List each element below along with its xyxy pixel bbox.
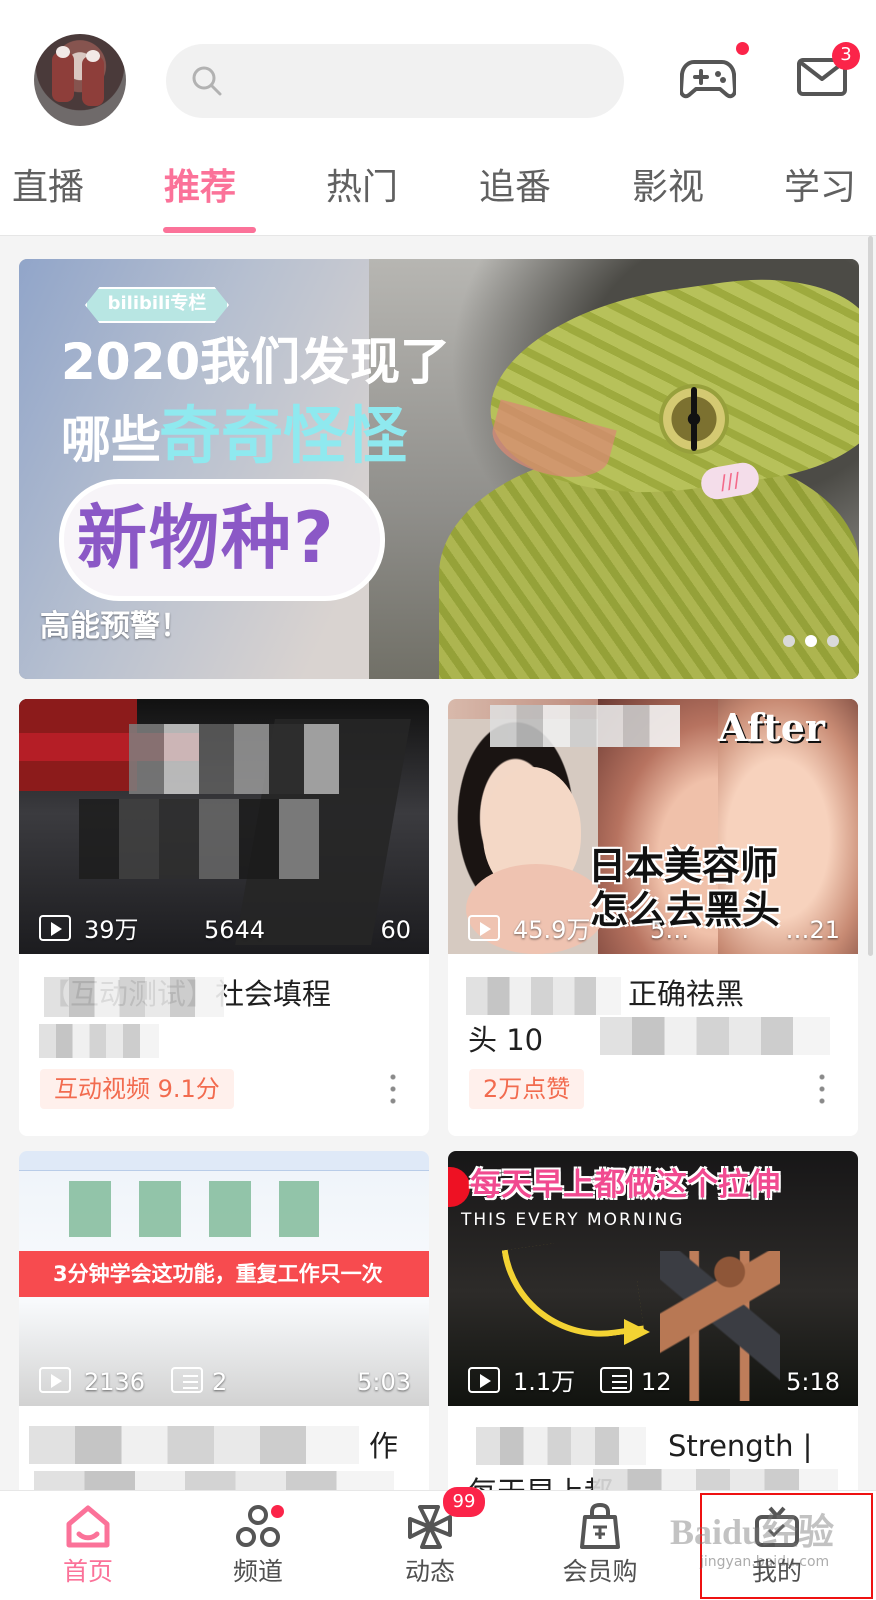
privacy-mosaic (29, 1426, 359, 1464)
banner-caption: 高能预警！ (40, 609, 190, 644)
video-title[interactable]: Strength | (668, 1423, 848, 1469)
video-meta: 2136 2 5:03 (39, 1365, 411, 1399)
banner-headline-line1: 2020我们发现了 (61, 333, 451, 391)
play-count-icon (39, 1367, 71, 1393)
view-count: 45.9万 (513, 916, 591, 944)
user-avatar[interactable] (34, 34, 126, 126)
video-thumbnail[interactable]: 每天早上都做这个拉伸 THIS EVERY MORNING 1.1万 12 5:… (448, 1151, 858, 1406)
video-rating-tag: 互动视频 9.1分 (40, 1069, 234, 1109)
nav-dynamic[interactable]: 99 动态 (370, 1487, 490, 1597)
thumbnail-caption: 每天早上都做这个拉伸 (470, 1167, 780, 1203)
privacy-mosaic (490, 705, 680, 747)
privacy-mosaic (476, 1427, 646, 1465)
mail-badge: 3 (832, 42, 860, 70)
search-bar[interactable] (166, 44, 624, 118)
comment-count: 12 (641, 1368, 672, 1396)
comment-count: 5… (650, 916, 690, 944)
thumbnail-caption: 3分钟学会这功能，重复工作只一次 (53, 1262, 383, 1286)
carousel-dots[interactable] (783, 635, 839, 647)
privacy-mosaic (44, 977, 224, 1017)
thumbnail-caption-line1: 日本美容师 (588, 844, 779, 888)
baidu-watermark: Baidu经验 (670, 1512, 835, 1552)
game-notification-dot (736, 42, 749, 55)
thumbnail-english-caption: THIS EVERY MORNING (461, 1210, 685, 1230)
video-meta: 1.1万 12 5:18 (468, 1365, 840, 1399)
carousel-dot-2[interactable] (805, 635, 817, 647)
banner-headline-line3: 新物种? (77, 497, 336, 579)
nav-label-dynamic: 动态 (404, 1557, 455, 1586)
home-icon (66, 1505, 110, 1548)
bilibili-column-tag: bilibili专栏 (85, 287, 229, 323)
nav-label-home: 首页 (62, 1557, 113, 1586)
video-thumbnail[interactable]: 39万 5644 60 (19, 699, 429, 954)
thumbnail-after-text: After (718, 705, 825, 750)
danmaku-count-icon (171, 1367, 203, 1393)
dynamic-badge: 99 (443, 1487, 485, 1517)
privacy-mosaic (39, 1024, 159, 1058)
thumbnail-arrowhead (624, 1319, 650, 1345)
bilibili-home-screen: 3 直播 推荐 热门 追番 影视 学习 bilibili专栏 2020我们发现了… (0, 0, 876, 1600)
nav-channel[interactable]: 频道 (198, 1493, 318, 1597)
nav-label-channel: 频道 (232, 1557, 283, 1586)
video-meta: 45.9万 5… …21 (468, 913, 840, 947)
active-tab-underline (163, 227, 256, 233)
snake-pupil (691, 387, 697, 451)
view-count: 39万 (84, 916, 139, 944)
tab-study[interactable]: 学习 (784, 166, 856, 210)
video-card[interactable]: 39万 5644 60 【互动测试】社会填程 互动视频 9.1分 (19, 699, 429, 1136)
danmaku-count-icon (600, 1367, 632, 1393)
privacy-mosaic (600, 1017, 830, 1055)
video-card[interactable]: After 日本美容师 怎么去黑头 45.9万 5… …21 正确祛黑 头 10… (448, 699, 858, 1136)
view-count: 2136 (84, 1368, 146, 1396)
banner-headline-line2b: 奇奇怪怪 (159, 399, 408, 472)
video-title[interactable]: 正确祛黑 (628, 971, 838, 1017)
carousel-dot-1[interactable] (783, 635, 795, 647)
view-count: 1.1万 (513, 1368, 576, 1396)
category-tabs: 直播 推荐 热门 追番 影视 学习 (0, 148, 876, 236)
comment-count: 5644 (204, 916, 266, 944)
vertical-scrollbar[interactable] (868, 236, 873, 956)
nav-home[interactable]: 首页 (28, 1493, 148, 1597)
comment-count: 2 (212, 1368, 228, 1396)
more-options-icon[interactable] (819, 1071, 825, 1105)
video-thumbnail[interactable]: After 日本美容师 怎么去黑头 45.9万 5… …21 (448, 699, 858, 954)
shopping-bag-icon (580, 1503, 620, 1549)
video-thumbnail[interactable]: 3分钟学会这功能，重复工作只一次 2136 2 5:03 (19, 1151, 429, 1406)
tab-hot[interactable]: 热门 (326, 166, 398, 210)
tab-movies[interactable]: 影视 (632, 166, 704, 210)
play-count-icon (39, 915, 71, 941)
tab-anime[interactable]: 追番 (479, 166, 551, 210)
duration: 5:18 (786, 1368, 840, 1396)
carousel-dot-3[interactable] (827, 635, 839, 647)
tab-live[interactable]: 直播 (12, 166, 84, 210)
privacy-mosaic (466, 977, 621, 1015)
video-title[interactable]: 作 (369, 1423, 419, 1469)
video-meta: 39万 5644 60 (39, 913, 411, 947)
youtube-mark (448, 1167, 470, 1207)
nav-member-shop[interactable]: 会员购 (540, 1493, 660, 1597)
featured-banner[interactable]: bilibili专栏 2020我们发现了 哪些 奇奇怪怪 新物种? /// 高能… (19, 259, 859, 679)
duration: 60 (380, 916, 411, 944)
more-options-icon[interactable] (390, 1071, 396, 1105)
baidu-watermark-url: jingyan.baidu.com (700, 1554, 830, 1570)
game-controller-icon[interactable] (680, 57, 736, 99)
thumbnail-file-icons (69, 1181, 319, 1237)
channel-notification-dot (271, 1505, 284, 1518)
thumbnail-arrow (501, 1232, 645, 1350)
tab-recommend[interactable]: 推荐 (164, 166, 236, 210)
top-header: 3 (0, 0, 876, 148)
banner-headline-line2a: 哪些 (61, 411, 161, 469)
search-icon (192, 66, 222, 96)
duration: …21 (785, 916, 840, 944)
thumbnail-window-bar (19, 1151, 429, 1171)
play-count-icon (468, 1367, 500, 1393)
nav-label-member-shop: 会员购 (562, 1557, 638, 1586)
likes-tag: 2万点赞 (469, 1069, 585, 1109)
duration: 5:03 (357, 1368, 411, 1396)
play-count-icon (468, 915, 500, 941)
